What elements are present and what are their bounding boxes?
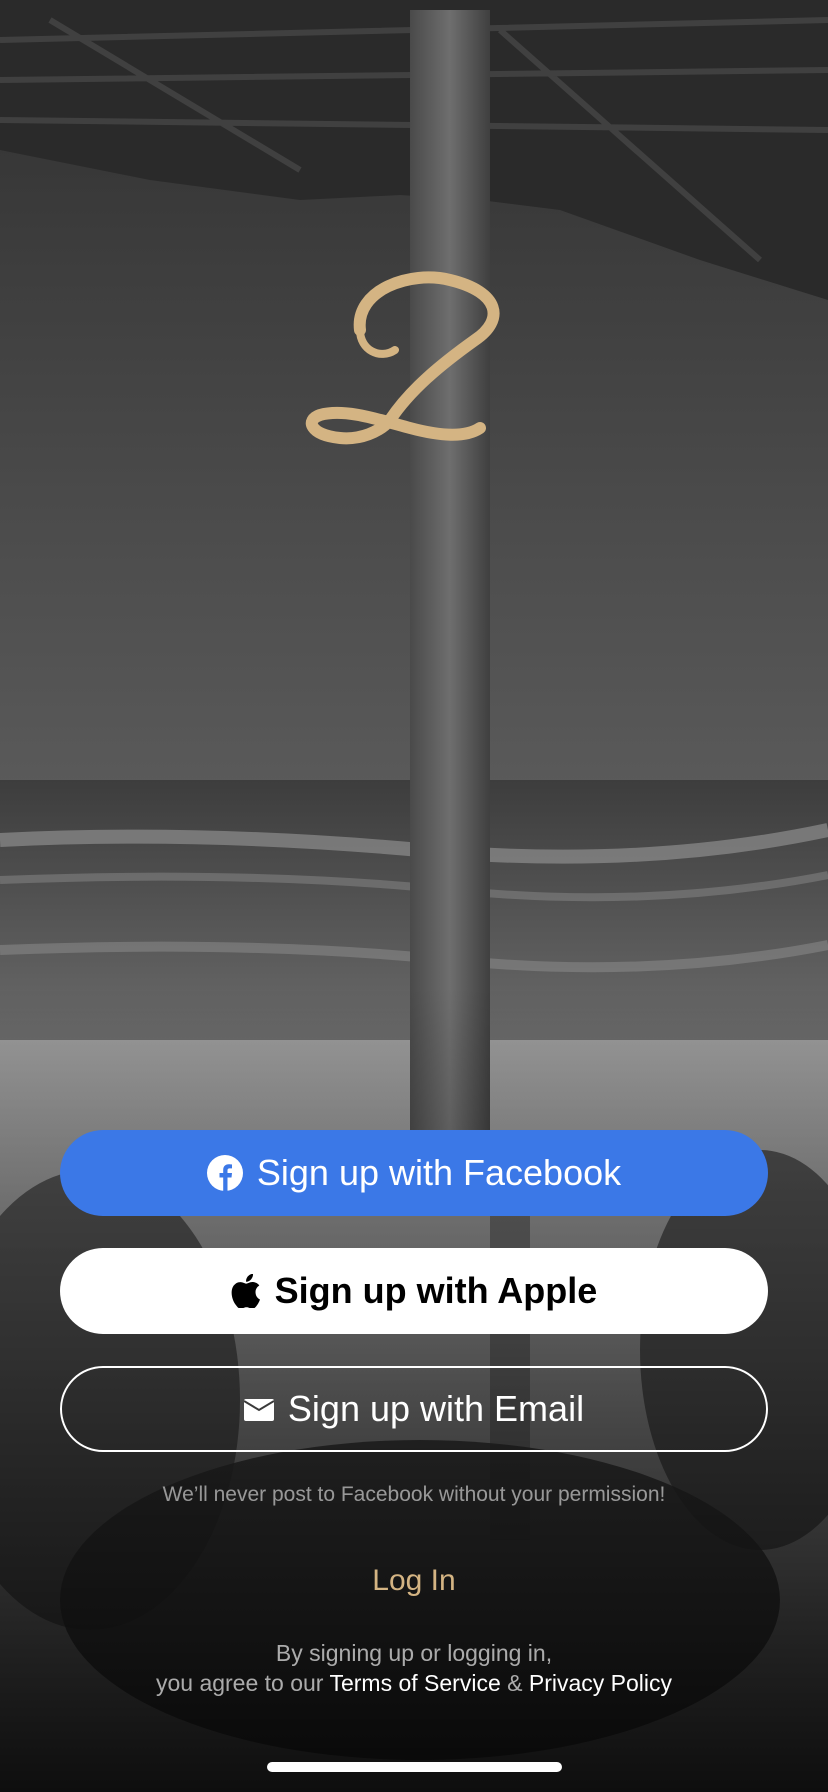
sign-up-facebook-label: Sign up with Facebook	[256, 1152, 622, 1193]
terms-of-service-link[interactable]: Terms of Service	[329, 1670, 500, 1696]
envelope-icon	[243, 1396, 274, 1422]
sign-up-email-label: Sign up with Email	[287, 1388, 585, 1429]
facebook-icon	[206, 1155, 243, 1191]
log-in-link[interactable]: Log In	[0, 1564, 828, 1598]
legal-agreement-text: By signing up or logging in, you agree t…	[0, 1638, 828, 1698]
legal-line-2: you agree to our Terms of Service & Priv…	[0, 1668, 828, 1698]
legal-prefix: you agree to our	[155, 1670, 324, 1696]
background-dim-overlay	[0, 0, 828, 1792]
sign-up-email-button[interactable]: Sign up with Email	[60, 1366, 768, 1452]
privacy-policy-link[interactable]: Privacy Policy	[529, 1670, 672, 1696]
legal-ampersand: &	[507, 1670, 523, 1696]
legal-line-1: By signing up or logging in,	[275, 1640, 553, 1666]
script-l-logo-icon	[305, 271, 500, 445]
sign-up-apple-button[interactable]: Sign up with Apple	[60, 1248, 768, 1334]
home-indicator[interactable]	[267, 1762, 562, 1772]
facebook-permission-disclaimer: We’ll never post to Facebook without you…	[162, 1483, 666, 1506]
sign-up-apple-label: Sign up with Apple	[274, 1270, 598, 1311]
sign-up-facebook-button[interactable]: Sign up with Facebook	[60, 1130, 768, 1216]
apple-icon	[231, 1274, 261, 1308]
